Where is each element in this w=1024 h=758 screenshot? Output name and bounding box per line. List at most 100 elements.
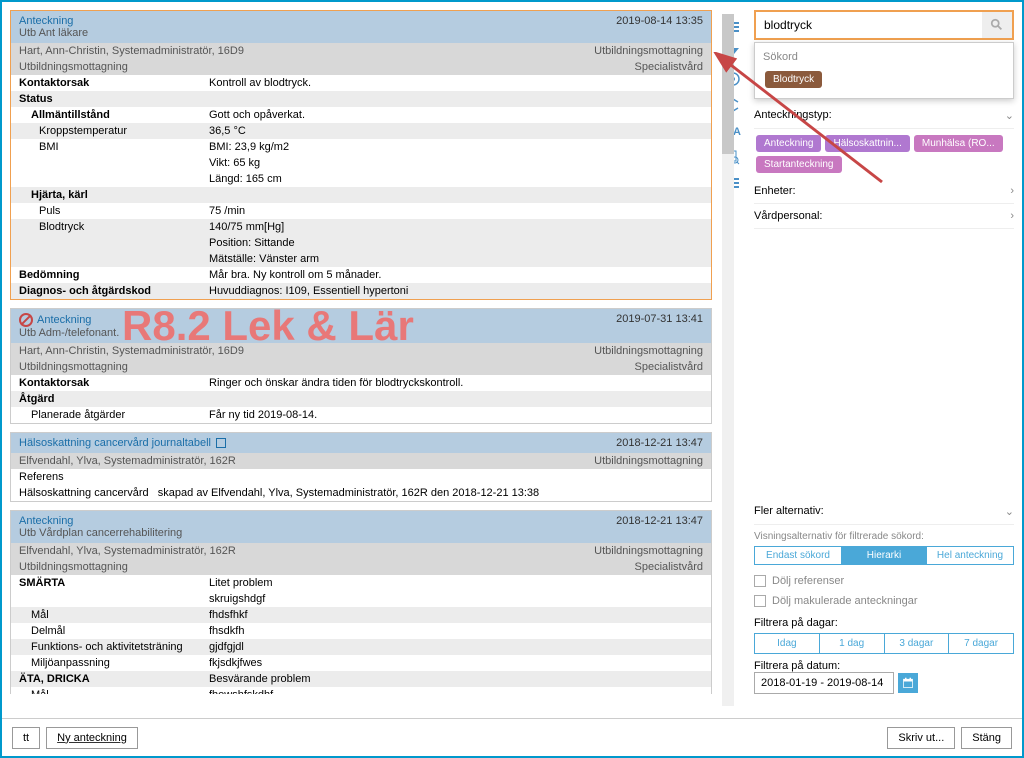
field-row: SMÄRTA Litet problem xyxy=(11,575,711,591)
field-label: ÄTA, DRICKA xyxy=(19,673,209,685)
field-value: Kontroll av blodtryck. xyxy=(209,77,703,89)
note-type-expand[interactable]: Anteckningstyp: ⌄ xyxy=(754,103,1014,129)
field-label: Mål xyxy=(19,689,209,694)
view-tab[interactable]: Hel anteckning xyxy=(927,547,1013,564)
field-label: Hjärta, kärl xyxy=(19,189,209,201)
field-value: Litet problem xyxy=(209,577,703,589)
field-row: Allmäntillstånd Gott och opåverkat. xyxy=(11,107,711,123)
field-value: fhdsfhkf xyxy=(209,609,703,621)
checkbox[interactable] xyxy=(754,595,766,607)
field-label: Miljöanpassning xyxy=(19,657,209,669)
note-date: 2019-07-31 13:41 xyxy=(616,313,703,327)
close-button[interactable]: Stäng xyxy=(961,727,1012,749)
field-value: fhewshfskdhf xyxy=(209,689,703,694)
field-value: Längd: 165 cm xyxy=(209,173,703,185)
more-label: Fler alternativ: xyxy=(754,505,824,518)
note-meta2: Utbildningsmottagning Specialistvård xyxy=(11,559,711,575)
note-header[interactable]: Hälsoskattning cancervård journaltabell … xyxy=(11,433,711,453)
field-row: BMI BMI: 23,9 kg/m2 xyxy=(11,139,711,155)
day-button[interactable]: Idag xyxy=(755,634,820,653)
day-button[interactable]: 7 dagar xyxy=(949,634,1013,653)
print-button[interactable]: Skriv ut... xyxy=(887,727,955,749)
day-filter-label: Filtrera på dagar: xyxy=(754,617,1014,629)
scrollbar-thumb[interactable] xyxy=(722,14,734,154)
note-type-tag[interactable]: Anteckning xyxy=(756,135,821,152)
note-dept: Utbildningsmottagning xyxy=(19,561,128,573)
cancel-icon xyxy=(19,313,33,327)
field-label: BMI xyxy=(19,141,209,153)
field-value: gjdfgjdl xyxy=(209,641,703,653)
dropdown-tag-blodtryck[interactable]: Blodtryck xyxy=(765,71,822,88)
field-label: Mål xyxy=(19,609,209,621)
note-subtitle: Utb Ant läkare xyxy=(19,27,703,39)
checkbox-label: Dölj makulerade anteckningar xyxy=(772,595,918,607)
note-subtitle: Utb Vårdplan cancerrehabilitering xyxy=(19,527,703,539)
note-body: SMÄRTA Litet problem skruigshdgf Mål fhd… xyxy=(11,575,711,694)
calendar-icon[interactable] xyxy=(898,673,918,693)
scrollbar[interactable] xyxy=(722,14,734,706)
checkbox[interactable] xyxy=(754,575,766,587)
note-header[interactable]: Anteckning 2018-12-21 13:47 Utb Vårdplan… xyxy=(11,511,711,543)
day-button[interactable]: 1 dag xyxy=(820,634,885,653)
note-subtitle: Utb Adm-/telefonant. xyxy=(19,327,703,339)
note-meta: Hart, Ann-Christin, Systemadministratör,… xyxy=(11,43,711,59)
note-type-tag[interactable]: Hälsoskattnin... xyxy=(825,135,909,152)
note-card: Hälsoskattning cancervård journaltabell … xyxy=(10,432,712,502)
tt-button[interactable]: tt xyxy=(12,727,40,749)
field-value: Mätställe: Vänster arm xyxy=(209,253,703,265)
notes-list: Anteckning 2019-08-14 13:35 Utb Ant läka… xyxy=(10,10,716,694)
field-value: 36,5 °C xyxy=(209,125,703,137)
note-type-tag[interactable]: Munhälsa (RO... xyxy=(914,135,1003,152)
filter-panel: Sökord Blodtryck LäkareSjuksköterskaSyst… xyxy=(754,10,1014,694)
note-type-tag[interactable]: Startanteckning xyxy=(756,156,842,173)
field-row: Status xyxy=(11,91,711,107)
chevron-right-icon: › xyxy=(1010,185,1014,197)
note-unit: Utbildningsmottagning xyxy=(594,455,703,467)
field-label: Planerade åtgärder xyxy=(19,409,209,421)
note-header[interactable]: Anteckning 2019-07-31 13:41 Utb Adm-/tel… xyxy=(11,309,711,343)
field-row: Längd: 165 cm xyxy=(11,171,711,187)
field-label: Delmål xyxy=(19,625,209,637)
note-care: Specialistvård xyxy=(635,561,703,573)
field-label xyxy=(19,173,209,185)
note-header[interactable]: Anteckning 2019-08-14 13:35 Utb Ant läka… xyxy=(11,11,711,43)
field-label xyxy=(19,253,209,265)
note-body: Kontaktorsak Ringer och önskar ändra tid… xyxy=(11,375,711,423)
svg-text:A: A xyxy=(733,126,741,138)
chevron-right-icon: › xyxy=(1010,210,1014,222)
note-author: Elfvendahl, Ylva, Systemadministratör, 1… xyxy=(19,545,236,557)
field-value: BMI: 23,9 kg/m2 xyxy=(209,141,703,153)
checkbox-row[interactable]: Dölj makulerade anteckningar xyxy=(754,591,1014,611)
field-row: Vikt: 65 kg xyxy=(11,155,711,171)
field-row: ÄTA, DRICKA Besvärande problem xyxy=(11,671,711,687)
checkbox-row[interactable]: Dölj referenser xyxy=(754,571,1014,591)
date-range-input[interactable] xyxy=(754,672,894,694)
note-card: Anteckning 2019-07-31 13:41 Utb Adm-/tel… xyxy=(10,308,712,424)
field-row: Mål fhewshfskdhf xyxy=(11,687,711,694)
field-value xyxy=(209,393,703,405)
staff-label: Vårdpersonal: xyxy=(754,210,823,222)
ref-detail: skapad av Elfvendahl, Ylva, Systemadmini… xyxy=(158,487,539,499)
view-options-label: Visningsalternativ för filtrerade sökord… xyxy=(754,531,1014,542)
field-value: 75 /min xyxy=(209,205,703,217)
ref-label: Referens xyxy=(19,471,64,483)
units-expand[interactable]: Enheter: › xyxy=(754,179,1014,204)
view-tab[interactable]: Endast sökord xyxy=(755,547,841,564)
field-value: Gott och opåverkat. xyxy=(209,109,703,121)
field-label: Status xyxy=(19,93,209,105)
note-meta: Elfvendahl, Ylva, Systemadministratör, 1… xyxy=(11,453,711,469)
more-expand[interactable]: Fler alternativ: ⌄ xyxy=(754,499,1014,525)
bottom-bar: tt Ny anteckning Skriv ut... Stäng xyxy=(2,718,1022,756)
date-filter-label: Filtrera på datum: xyxy=(754,660,1014,672)
note-type-label: Anteckningstyp: xyxy=(754,109,832,122)
ref-text: Hälsoskattning cancervård xyxy=(19,487,149,499)
search-button[interactable] xyxy=(982,12,1012,38)
field-value: 140/75 mm[Hg] xyxy=(209,221,703,233)
new-note-button[interactable]: Ny anteckning xyxy=(46,727,138,749)
day-button[interactable]: 3 dagar xyxy=(885,634,950,653)
search-input[interactable] xyxy=(756,12,982,38)
chevron-down-icon: ⌄ xyxy=(1005,505,1014,518)
view-tab[interactable]: Hierarki xyxy=(841,547,927,564)
staff-expand[interactable]: Vårdpersonal: › xyxy=(754,204,1014,229)
note-title: Anteckning xyxy=(19,15,73,27)
